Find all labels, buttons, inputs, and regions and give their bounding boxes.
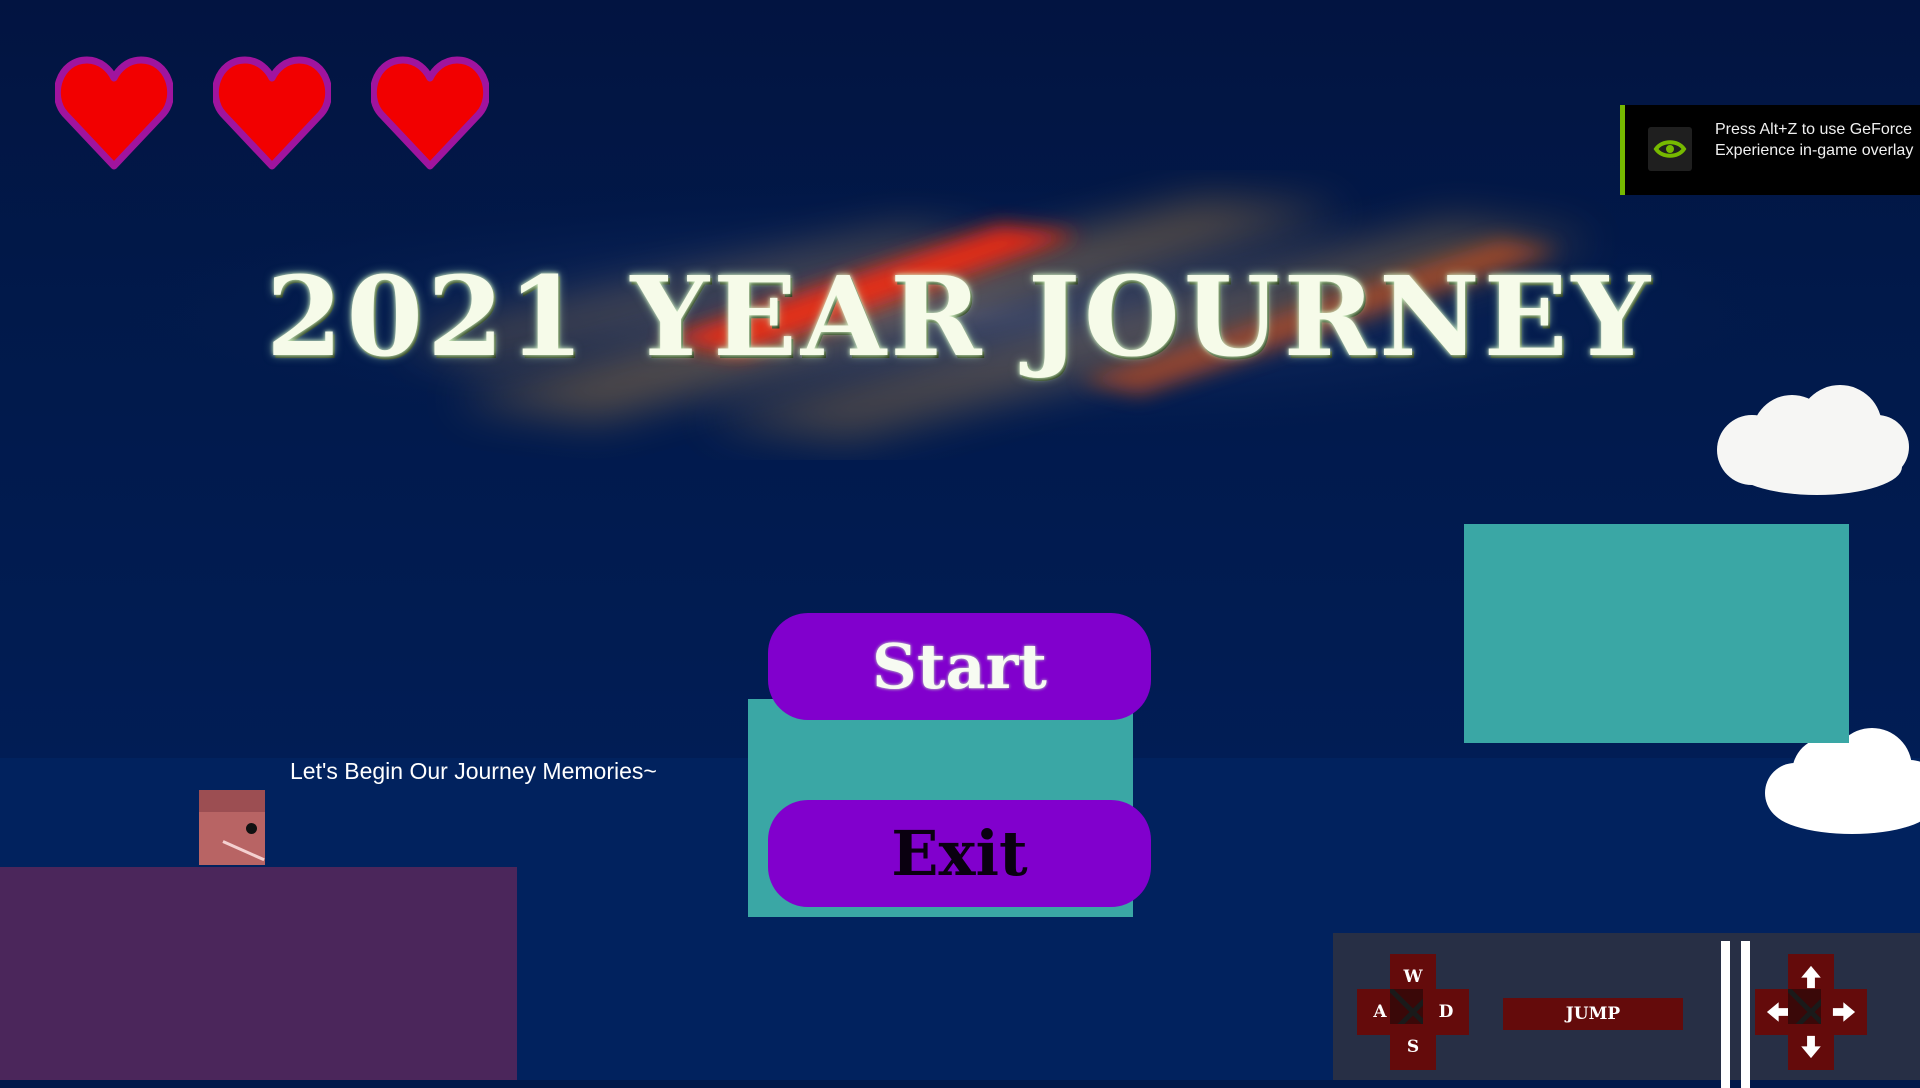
nvidia-logo-icon [1648,127,1692,171]
player-eye [246,823,257,834]
jump-button[interactable]: JUMP [1503,998,1683,1030]
cloud-upper [1717,385,1909,495]
arrow-down-icon[interactable] [1788,1024,1834,1070]
heart-icon [371,56,489,170]
exit-button[interactable]: Exit [768,800,1151,907]
teal-block-right [1464,524,1849,743]
touch-controls-panel: W A D S JUMP [1333,933,1920,1088]
player-head-band [199,790,265,812]
start-button[interactable]: Start [768,613,1151,720]
overlay-message: Press Alt+Z to use GeForce Experience in… [1715,121,1914,159]
key-s-button[interactable]: S [1390,1024,1436,1070]
heart-icon [213,56,331,170]
lives-display [55,52,489,174]
game-title: 2021 YEAR JOURNEY [266,252,1654,381]
heart-icon [55,56,173,170]
ground-platform [0,867,517,1080]
pause-icon[interactable] [1721,941,1730,1088]
player-character [199,790,265,865]
geforce-overlay-toast: Press Alt+Z to use GeForce Experience in… [1620,105,1920,195]
tagline-text: Let's Begin Our Journey Memories~ [290,758,657,784]
player-mouth [222,840,265,862]
pause-icon[interactable] [1741,941,1750,1088]
cloud-lower [1765,728,1920,834]
